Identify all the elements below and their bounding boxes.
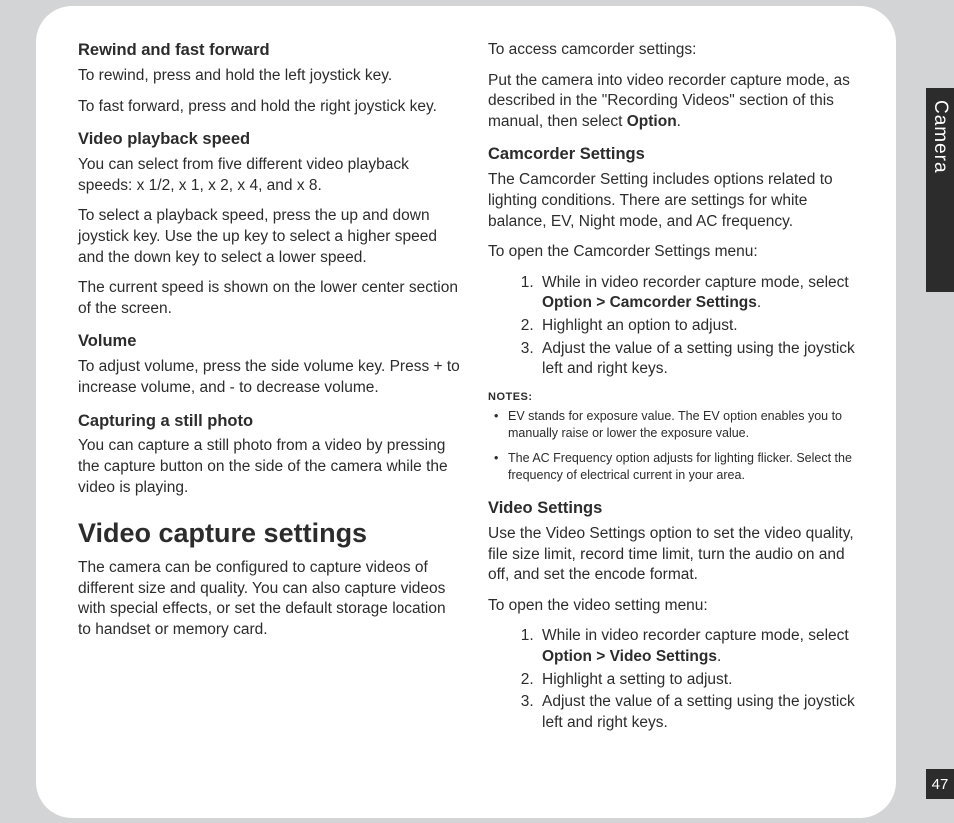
ordered-list: While in video recorder capture mode, se… bbox=[488, 626, 870, 733]
body-text: To select a playback speed, press the up… bbox=[78, 206, 460, 268]
list-item: Adjust the value of a setting using the … bbox=[538, 692, 870, 733]
manual-page: Rewind and fast forward To rewind, press… bbox=[36, 6, 896, 818]
text-run: . bbox=[677, 113, 681, 130]
notes-list: EV stands for exposure value. The EV opt… bbox=[488, 408, 870, 484]
list-item: While in video recorder capture mode, se… bbox=[538, 273, 870, 314]
heading-volume: Volume bbox=[78, 331, 460, 353]
right-column: To access camcorder settings: Put the ca… bbox=[488, 40, 870, 798]
heading-camcorder-settings: Camcorder Settings bbox=[488, 144, 870, 166]
note-item: The AC Frequency option adjusts for ligh… bbox=[492, 450, 870, 484]
body-text: The Camcorder Setting includes options r… bbox=[488, 170, 870, 232]
body-text: The camera can be configured to capture … bbox=[78, 558, 460, 640]
body-text: To access camcorder settings: bbox=[488, 40, 870, 61]
section-tab: Camera bbox=[926, 88, 954, 292]
heading-video-capture-settings: Video capture settings bbox=[78, 516, 460, 552]
note-item: EV stands for exposure value. The EV opt… bbox=[492, 408, 870, 442]
list-item: Highlight an option to adjust. bbox=[538, 316, 870, 337]
text-bold: Option > Video Settings bbox=[542, 648, 717, 665]
text-bold: Option bbox=[627, 113, 677, 130]
body-text: The current speed is shown on the lower … bbox=[78, 278, 460, 319]
heading-still-photo: Capturing a still photo bbox=[78, 411, 460, 433]
body-text: You can select from five different video… bbox=[78, 155, 460, 196]
text-bold: Option > Camcorder Settings bbox=[542, 294, 757, 311]
body-text: To open the video setting menu: bbox=[488, 596, 870, 617]
left-column: Rewind and fast forward To rewind, press… bbox=[78, 40, 460, 798]
text-run: . bbox=[717, 648, 721, 665]
body-text: To fast forward, press and hold the righ… bbox=[78, 97, 460, 118]
notes-label: NOTES: bbox=[488, 390, 870, 405]
text-run: . bbox=[757, 294, 761, 311]
section-tab-label: Camera bbox=[929, 100, 951, 174]
columns: Rewind and fast forward To rewind, press… bbox=[78, 40, 870, 798]
body-text: Use the Video Settings option to set the… bbox=[488, 524, 870, 586]
heading-playback-speed: Video playback speed bbox=[78, 129, 460, 151]
text-run: While in video recorder capture mode, se… bbox=[542, 274, 849, 291]
body-text: Put the camera into video recorder captu… bbox=[488, 71, 870, 133]
list-item: Adjust the value of a setting using the … bbox=[538, 339, 870, 380]
body-text: To adjust volume, press the side volume … bbox=[78, 357, 460, 398]
text-run: While in video recorder capture mode, se… bbox=[542, 627, 849, 644]
heading-rewind: Rewind and fast forward bbox=[78, 40, 460, 62]
body-text: You can capture a still photo from a vid… bbox=[78, 436, 460, 498]
heading-video-settings: Video Settings bbox=[488, 498, 870, 520]
body-text: To open the Camcorder Settings menu: bbox=[488, 242, 870, 263]
ordered-list: While in video recorder capture mode, se… bbox=[488, 273, 870, 380]
page-number: 47 bbox=[926, 769, 954, 799]
body-text: To rewind, press and hold the left joyst… bbox=[78, 66, 460, 87]
list-item: While in video recorder capture mode, se… bbox=[538, 626, 870, 667]
list-item: Highlight a setting to adjust. bbox=[538, 670, 870, 691]
